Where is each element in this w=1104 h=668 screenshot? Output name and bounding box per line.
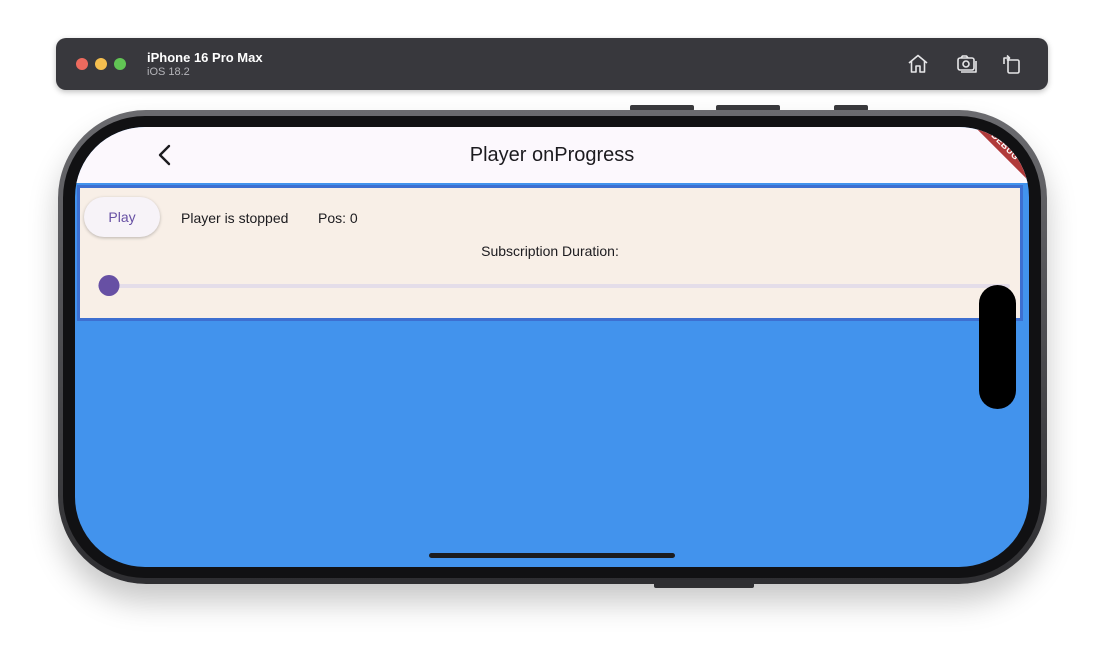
device-name: iPhone 16 Pro Max bbox=[147, 50, 263, 65]
page-title: Player onProgress bbox=[469, 144, 635, 166]
slider-thumb[interactable] bbox=[98, 275, 119, 296]
os-version: iOS 18.2 bbox=[147, 66, 190, 78]
subscription-duration-label: Subscription Duration: bbox=[481, 243, 619, 259]
home-icon[interactable] bbox=[906, 52, 930, 76]
device-screen: Player onProgress DEBUG Play Player is s… bbox=[75, 127, 1029, 567]
zoom-window-button[interactable] bbox=[114, 58, 126, 70]
home-indicator[interactable] bbox=[429, 553, 675, 558]
player-status: Player is stopped bbox=[181, 210, 289, 226]
player-panel: Play Player is stopped Pos: 0 Subscripti… bbox=[77, 185, 1023, 321]
minimize-window-button[interactable] bbox=[95, 58, 107, 70]
rotate-icon[interactable] bbox=[1000, 52, 1024, 76]
debug-banner: DEBUG bbox=[969, 127, 1029, 187]
play-button[interactable]: Play bbox=[84, 197, 160, 237]
position-label: Pos: 0 bbox=[318, 210, 358, 226]
debug-banner-label: DEBUG bbox=[969, 127, 1029, 187]
close-window-button[interactable] bbox=[76, 58, 88, 70]
slider-track[interactable] bbox=[98, 284, 1010, 288]
subscription-duration-slider[interactable] bbox=[98, 274, 1010, 298]
dynamic-island bbox=[979, 285, 1016, 409]
simulator-titlebar: iPhone 16 Pro Max iOS 18.2 bbox=[56, 38, 1048, 90]
screenshot-icon[interactable] bbox=[955, 52, 979, 76]
app-bar: Player onProgress DEBUG bbox=[75, 127, 1029, 187]
